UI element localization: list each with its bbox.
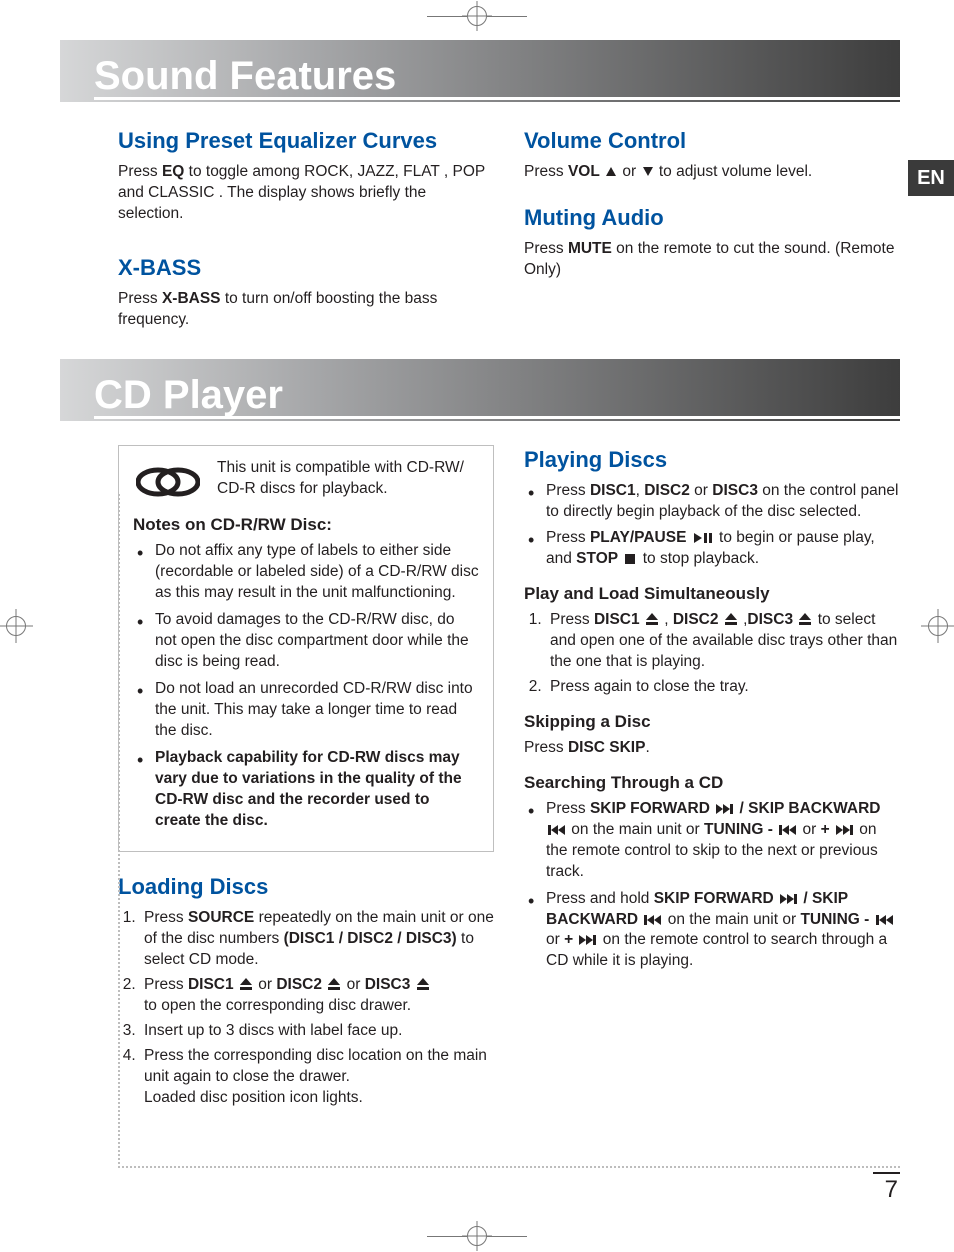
eject-icon — [417, 978, 429, 990]
heading-mute: Muting Audio — [524, 205, 900, 231]
eject-icon — [240, 978, 252, 990]
eject-icon — [646, 613, 658, 625]
list-item: To avoid damages to the CD-R/RW disc, do… — [133, 610, 479, 673]
volume-up-icon — [606, 167, 616, 176]
crop-mark-bottom — [427, 1226, 527, 1246]
playing-list: Press DISC1, DISC2 or DISC3 on the contr… — [524, 481, 900, 571]
search-list: Press SKIP FORWARD / SKIP BACKWARD on th… — [524, 799, 900, 972]
text-skip: Press DISC SKIP. — [524, 738, 900, 759]
heading-playload: Play and Load Simultaneously — [524, 584, 900, 604]
crop-mark-left — [6, 616, 26, 636]
list-item: Press DISC1 or DISC2 or DISC3 to open th… — [140, 975, 494, 1017]
playload-steps: Press DISC1 , DISC2 ,DISC3 to select and… — [524, 610, 900, 698]
section-title-cd: CD Player — [94, 374, 900, 419]
skip-forward-icon — [836, 825, 853, 835]
section-title-bar-cd: CD Player — [60, 359, 900, 421]
section-title: Sound Features — [94, 55, 900, 100]
skip-backward-icon — [876, 915, 893, 925]
skip-forward-icon — [579, 935, 596, 945]
text-volume: Press VOL or to adjust volume level. — [524, 162, 900, 183]
heading-xbass: X-BASS — [118, 255, 494, 281]
volume-down-icon — [643, 167, 653, 176]
list-item: Press SKIP FORWARD / SKIP BACKWARD on th… — [524, 799, 900, 883]
heading-playing: Playing Discs — [524, 447, 900, 473]
heading-eq: Using Preset Equalizer Curves — [118, 128, 494, 154]
notes-box: This unit is compatible with CD-RW/ CD-R… — [118, 445, 494, 853]
play-pause-icon — [694, 533, 712, 543]
heading-search: Searching Through a CD — [524, 773, 900, 793]
list-item: Do not load an unrecorded CD-R/RW disc i… — [133, 679, 479, 742]
cd-rw-logo-icon — [133, 458, 203, 506]
crop-mark-right — [928, 616, 948, 636]
heading-skip: Skipping a Disc — [524, 712, 900, 732]
notes-heading: Notes on CD-R/RW Disc: — [133, 515, 479, 535]
crop-mark-top — [427, 6, 527, 26]
compat-text: This unit is compatible with CD-RW/ CD-R… — [217, 458, 479, 500]
eject-icon — [328, 978, 340, 990]
list-item: Do not affix any type of labels to eithe… — [133, 541, 479, 604]
list-item: Press PLAY/PAUSE to begin or pause play,… — [524, 528, 900, 570]
text-xbass: Press X-BASS to turn on/off boosting the… — [118, 289, 494, 331]
eject-icon — [799, 613, 811, 625]
page-number: 7 — [873, 1172, 900, 1204]
stop-icon — [625, 554, 635, 564]
text-eq: Press EQ to toggle among ROCK, JAZZ, FLA… — [118, 162, 494, 225]
list-item: Insert up to 3 discs with label face up. — [140, 1021, 494, 1042]
language-tab: EN — [908, 160, 954, 196]
list-item: Playback capability for CD-RW discs may … — [133, 748, 479, 832]
dotted-bottom-rule — [118, 1166, 900, 1168]
section-title-bar-sound: Sound Features — [60, 40, 900, 102]
list-item: Press again to close the tray. — [546, 677, 900, 698]
list-item: Press DISC1 , DISC2 ,DISC3 to select and… — [546, 610, 900, 673]
skip-forward-icon — [716, 804, 733, 814]
dotted-side-rule — [118, 494, 120, 1168]
text-mute: Press MUTE on the remote to cut the soun… — [524, 239, 900, 281]
heading-volume: Volume Control — [524, 128, 900, 154]
skip-forward-icon — [780, 894, 797, 904]
list-item: Press the corresponding disc location on… — [140, 1046, 494, 1109]
skip-backward-icon — [548, 825, 565, 835]
list-item: Press and hold SKIP FORWARD / SKIP BACKW… — [524, 889, 900, 973]
skip-backward-icon — [644, 915, 661, 925]
list-item: Press DISC1, DISC2 or DISC3 on the contr… — [524, 481, 900, 523]
list-item: Press SOURCE repeatedly on the main unit… — [140, 908, 494, 971]
notes-list: Do not affix any type of labels to eithe… — [133, 541, 479, 831]
eject-icon — [725, 613, 737, 625]
skip-backward-icon — [779, 825, 796, 835]
heading-loading: Loading Discs — [118, 874, 494, 900]
loading-steps: Press SOURCE repeatedly on the main unit… — [118, 908, 494, 1108]
